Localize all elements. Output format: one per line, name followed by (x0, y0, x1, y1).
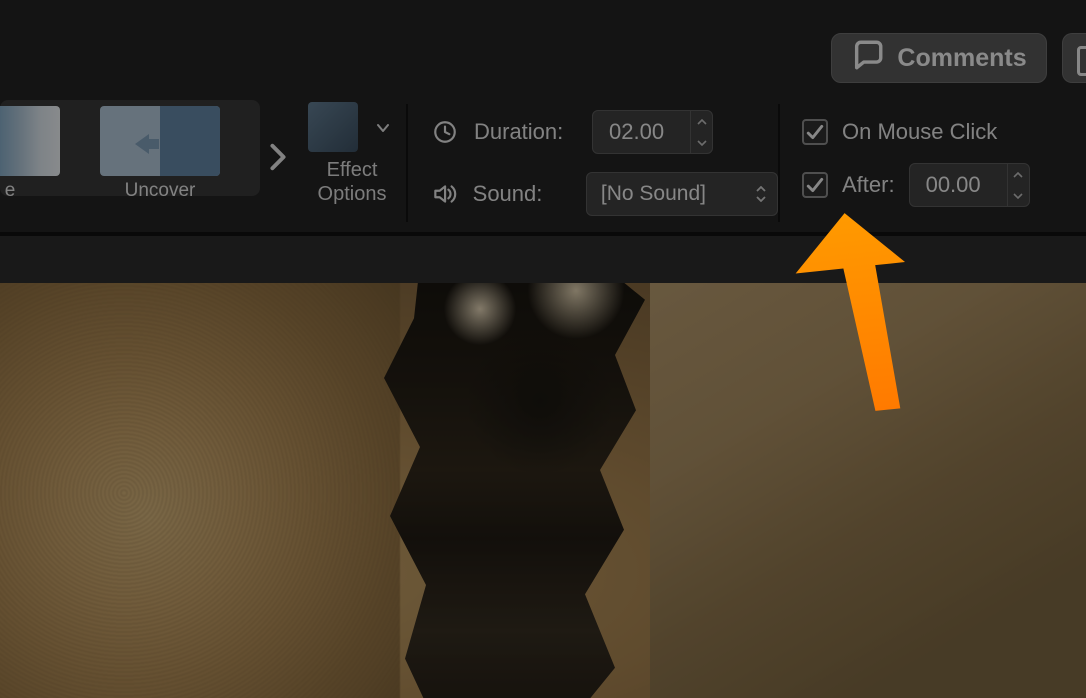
timing-group: Duration: 02.00 Sound: (408, 94, 778, 232)
duration-step-up[interactable] (691, 111, 712, 132)
slide-background-right (650, 283, 1086, 698)
ribbon-area: Comments e Uncover Effect Options (0, 0, 1086, 283)
duration-label: Duration: (474, 119, 578, 145)
effect-options-label: Effect Options (318, 158, 387, 206)
transition-gallery[interactable]: e Uncover (0, 94, 298, 234)
after-checkbox[interactable] (802, 172, 828, 198)
transition-thumbnail-partial[interactable] (0, 106, 60, 176)
duration-step-down[interactable] (691, 132, 712, 153)
slide-image-bear (0, 283, 400, 698)
arrow-left-icon (135, 134, 149, 154)
clock-icon (430, 119, 460, 145)
duration-value[interactable]: 02.00 (593, 119, 690, 145)
after-step-up[interactable] (1008, 164, 1029, 185)
transition-label-uncover: Uncover (100, 180, 220, 202)
slide-canvas[interactable] (0, 283, 1086, 698)
on-mouse-click-label: On Mouse Click (842, 119, 997, 145)
transitions-ribbon: e Uncover Effect Options Duration: (0, 94, 1086, 234)
effect-options-button[interactable]: Effect Options (298, 94, 406, 232)
after-step-down[interactable] (1008, 185, 1029, 206)
after-label: After: (842, 172, 895, 198)
comments-label: Comments (897, 44, 1026, 73)
comment-icon (851, 38, 885, 79)
sound-label: Sound: (473, 181, 572, 207)
comments-button[interactable]: Comments (831, 33, 1047, 83)
sound-value: [No Sound] (601, 182, 706, 206)
gallery-more-button[interactable] (269, 143, 287, 176)
chevron-down-icon (376, 120, 390, 138)
updown-chevron-icon (755, 186, 767, 202)
slide-image-trunk (360, 283, 660, 698)
sub-toolbar-strip (0, 234, 1086, 283)
transition-thumbnail-uncover[interactable] (100, 106, 220, 176)
after-spinner[interactable]: 00.00 (909, 163, 1030, 207)
duration-spinner[interactable]: 02.00 (592, 110, 713, 154)
transition-label-partial: e (0, 180, 60, 202)
sound-dropdown[interactable]: [No Sound] (586, 172, 778, 216)
share-button-partial[interactable] (1062, 33, 1086, 83)
on-mouse-click-checkbox[interactable] (802, 119, 828, 145)
after-value[interactable]: 00.00 (910, 172, 1007, 198)
effect-options-thumb (308, 102, 358, 152)
advance-slide-group: On Mouse Click After: 00.00 (780, 94, 1086, 232)
sound-icon (430, 181, 459, 207)
